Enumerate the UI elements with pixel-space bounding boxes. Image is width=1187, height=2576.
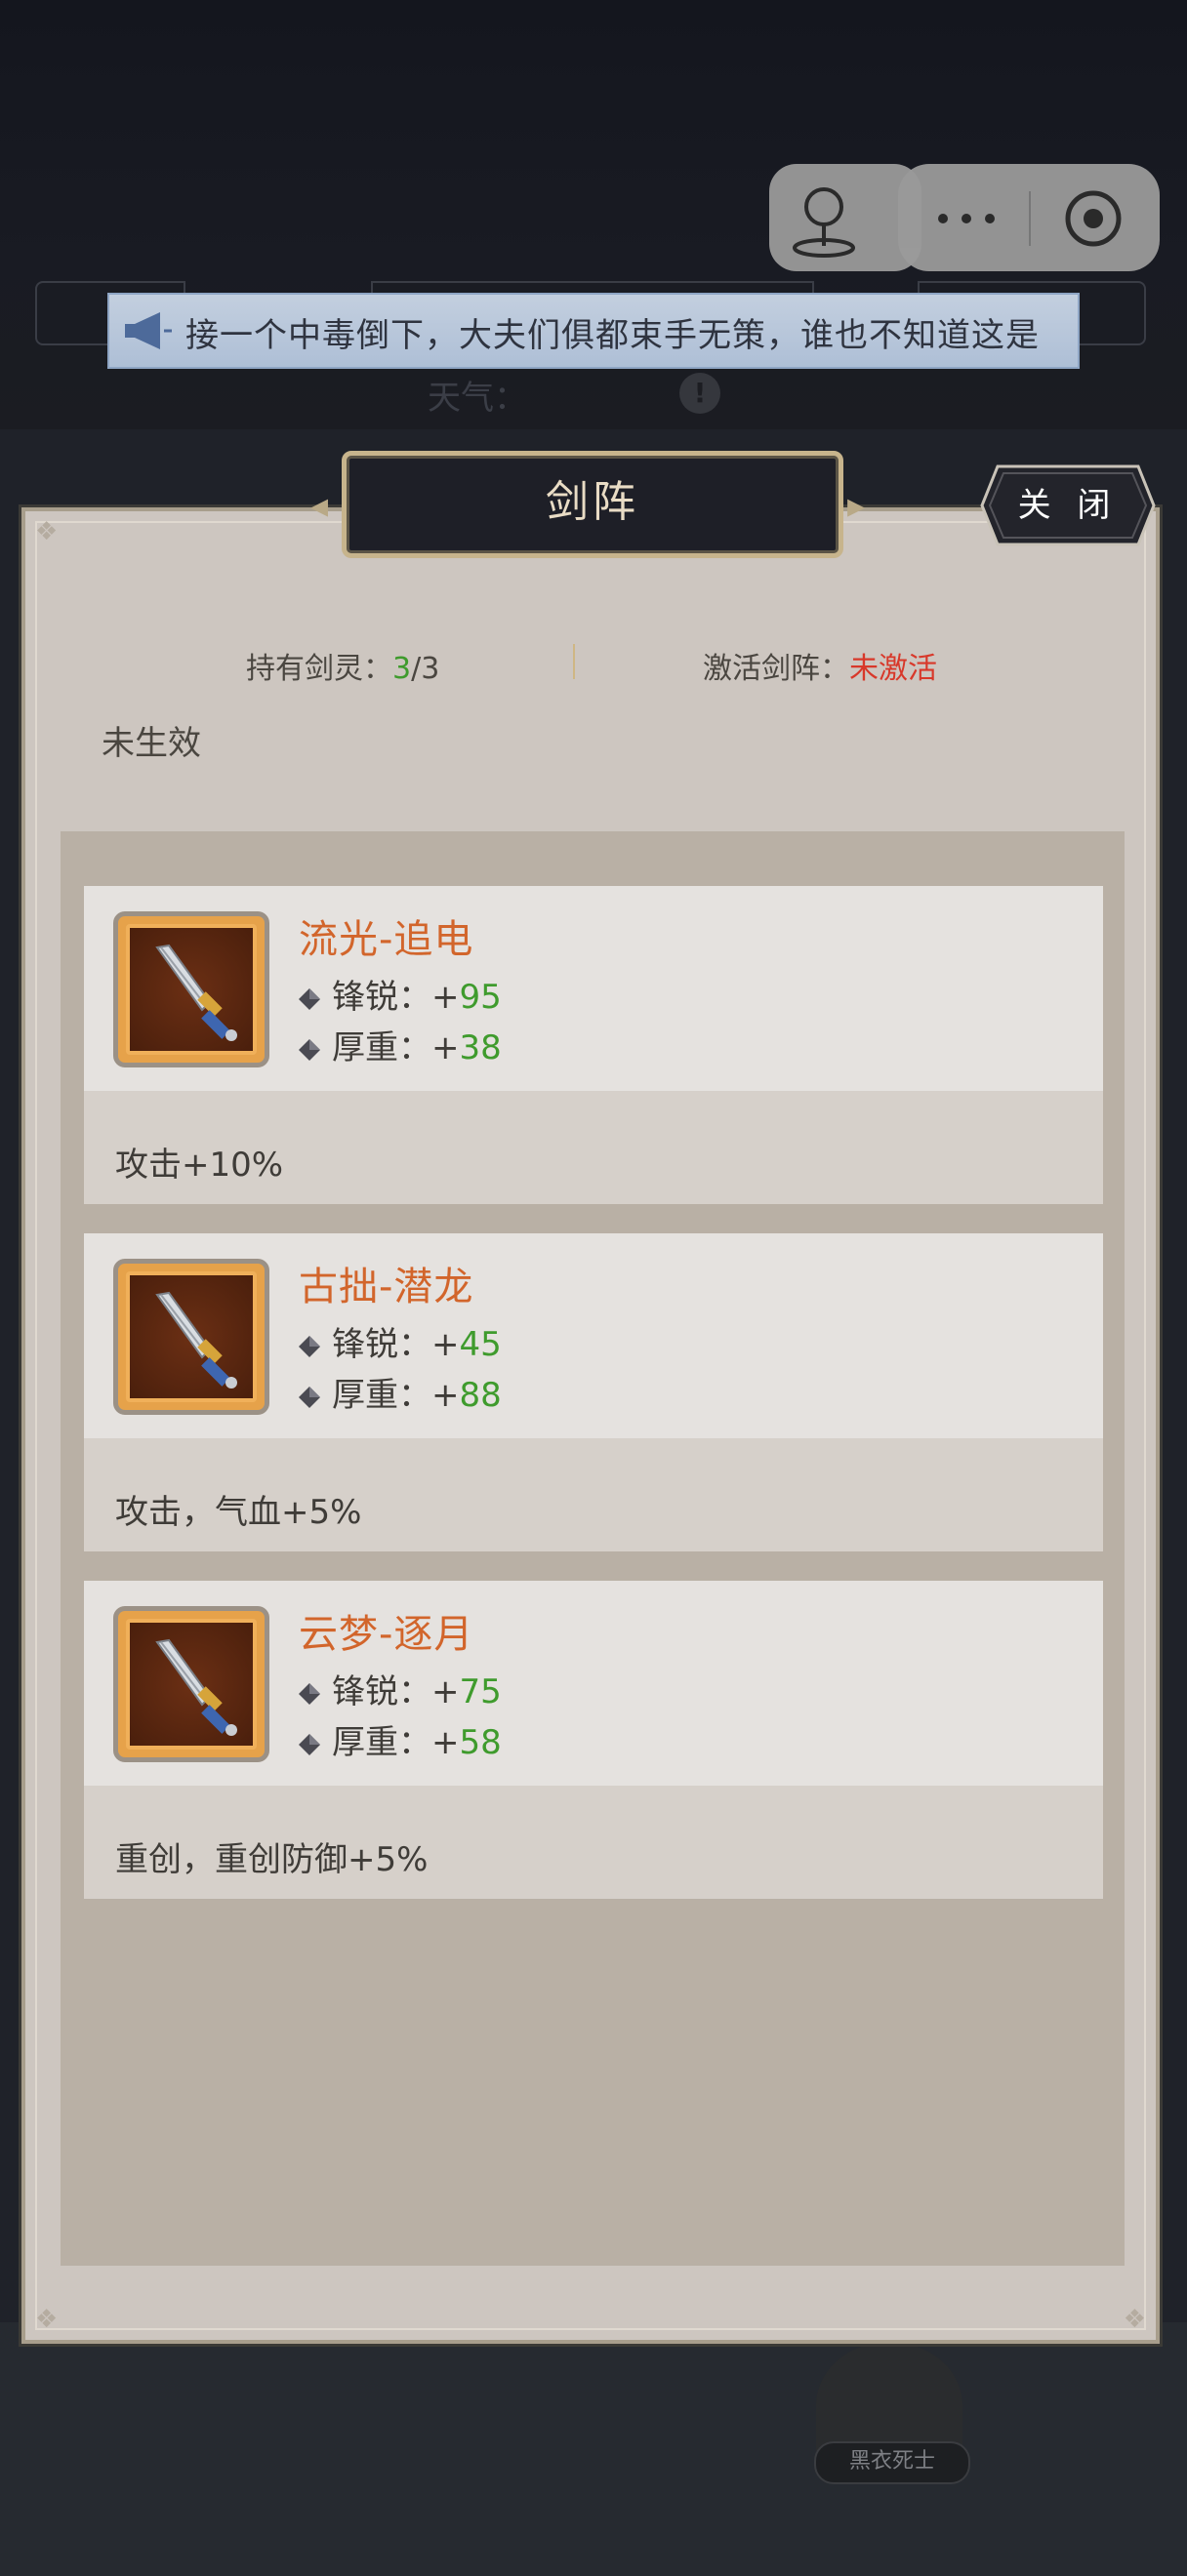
- info-icon[interactable]: !: [679, 373, 720, 414]
- attr-sign: +: [431, 1672, 460, 1711]
- plaque-ornament-right: ▸: [847, 486, 866, 526]
- attr-value: 38: [459, 1028, 502, 1067]
- sword-card[interactable]: 流光-追电 锋锐：+95 厚重：+38 攻击+10%: [84, 886, 1103, 1204]
- sword-effect-desc: 攻击+10%: [115, 1146, 284, 1185]
- attr-label: 厚重：: [332, 1723, 431, 1762]
- attr-value: 58: [459, 1723, 502, 1762]
- attr-sharpness: 锋锐：+95: [299, 970, 502, 1018]
- attr-sign: +: [431, 1325, 460, 1364]
- close-mini-program-icon[interactable]: [1062, 187, 1125, 250]
- attr-label: 厚重：: [332, 1028, 431, 1067]
- notice-banner[interactable]: 接一个中毒倒下，大夫们俱都束手无策，谁也不知道这是: [107, 293, 1080, 369]
- held-current: 3: [392, 652, 412, 686]
- sword-item-bg: [126, 924, 257, 1055]
- sword-name: 云梦-逐月: [299, 1612, 474, 1657]
- sword-effect-desc: 攻击，气血+5%: [115, 1493, 362, 1532]
- npc-label[interactable]: 黑衣死士: [814, 2441, 970, 2484]
- corner-ornament: ❖: [35, 517, 59, 546]
- activate-label: 激活剑阵：: [703, 652, 849, 686]
- attr-label: 锋锐：: [332, 1325, 431, 1364]
- sword-icon: [155, 944, 237, 1041]
- sword-item-bg: [126, 1619, 257, 1750]
- held-sword-spirits: 持有剑灵：3/3: [246, 644, 439, 687]
- sword-name: 古拙-潜龙: [299, 1265, 474, 1309]
- activate-status-value: 未激活: [849, 652, 937, 686]
- diamond-icon: [299, 1335, 320, 1357]
- attr-weight: 厚重：+38: [299, 1021, 502, 1068]
- attr-sharpness: 锋锐：+45: [299, 1317, 502, 1365]
- sword-icon: [155, 1638, 237, 1736]
- attr-label: 锋锐：: [332, 1672, 431, 1711]
- sword-item-bg: [126, 1271, 257, 1402]
- sword-effect-desc: 重创，重创防御+5%: [115, 1840, 429, 1879]
- attr-sign: +: [431, 978, 460, 1017]
- attr-sharpness: 锋锐：+75: [299, 1665, 502, 1712]
- attr-sign: +: [431, 1376, 460, 1415]
- attr-sign: +: [431, 1028, 460, 1067]
- sword-item-frame[interactable]: [113, 1259, 269, 1415]
- attr-label: 锋锐：: [332, 978, 431, 1017]
- stat-divider: [573, 644, 575, 679]
- corner-ornament: ❖: [1123, 2305, 1146, 2334]
- attr-sign: +: [431, 1723, 460, 1762]
- attr-label: 厚重：: [332, 1376, 431, 1415]
- close-button-label: 关 闭: [1017, 486, 1119, 525]
- diamond-icon: [299, 1733, 320, 1755]
- close-button[interactable]: 关 闭: [980, 463, 1156, 548]
- effect-status: 未生效: [102, 724, 201, 763]
- sword-card[interactable]: 古拙-潜龙 锋锐：+45 厚重：+88 攻击，气血+5%: [84, 1233, 1103, 1551]
- megaphone-icon: [125, 312, 172, 349]
- sword-name: 流光-追电: [299, 917, 474, 962]
- attr-weight: 厚重：+58: [299, 1715, 502, 1763]
- attr-value: 95: [459, 978, 502, 1017]
- diamond-icon: [299, 1038, 320, 1061]
- diamond-icon: [299, 1386, 320, 1408]
- sword-card[interactable]: 云梦-逐月 锋锐：+75 厚重：+58 重创，重创防御+5%: [84, 1581, 1103, 1899]
- sword-icon: [155, 1291, 237, 1389]
- panel-title-plaque: 剑阵: [342, 451, 843, 558]
- weather-label: 天气：: [428, 379, 527, 418]
- capsule-divider: [1029, 191, 1031, 246]
- attr-weight: 厚重：+88: [299, 1368, 502, 1416]
- panel-title: 剑阵: [546, 477, 639, 527]
- attr-value: 45: [459, 1325, 502, 1364]
- corner-ornament: ❖: [35, 2305, 59, 2334]
- diamond-icon: [299, 987, 320, 1010]
- sword-item-frame[interactable]: [113, 1606, 269, 1762]
- held-total: /3: [411, 652, 440, 686]
- floor-tiles: [0, 2322, 1187, 2576]
- activate-status: 激活剑阵：未激活: [703, 644, 937, 687]
- notice-text: 接一个中毒倒下，大夫们俱都束手无策，谁也不知道这是: [185, 316, 1040, 355]
- mini-program-capsule: [898, 164, 1160, 271]
- diamond-icon: [299, 1682, 320, 1705]
- sword-item-frame[interactable]: [113, 911, 269, 1067]
- more-icon[interactable]: [927, 199, 1005, 238]
- attr-value: 88: [459, 1376, 502, 1415]
- held-label: 持有剑灵：: [246, 652, 392, 686]
- attr-value: 75: [459, 1672, 502, 1711]
